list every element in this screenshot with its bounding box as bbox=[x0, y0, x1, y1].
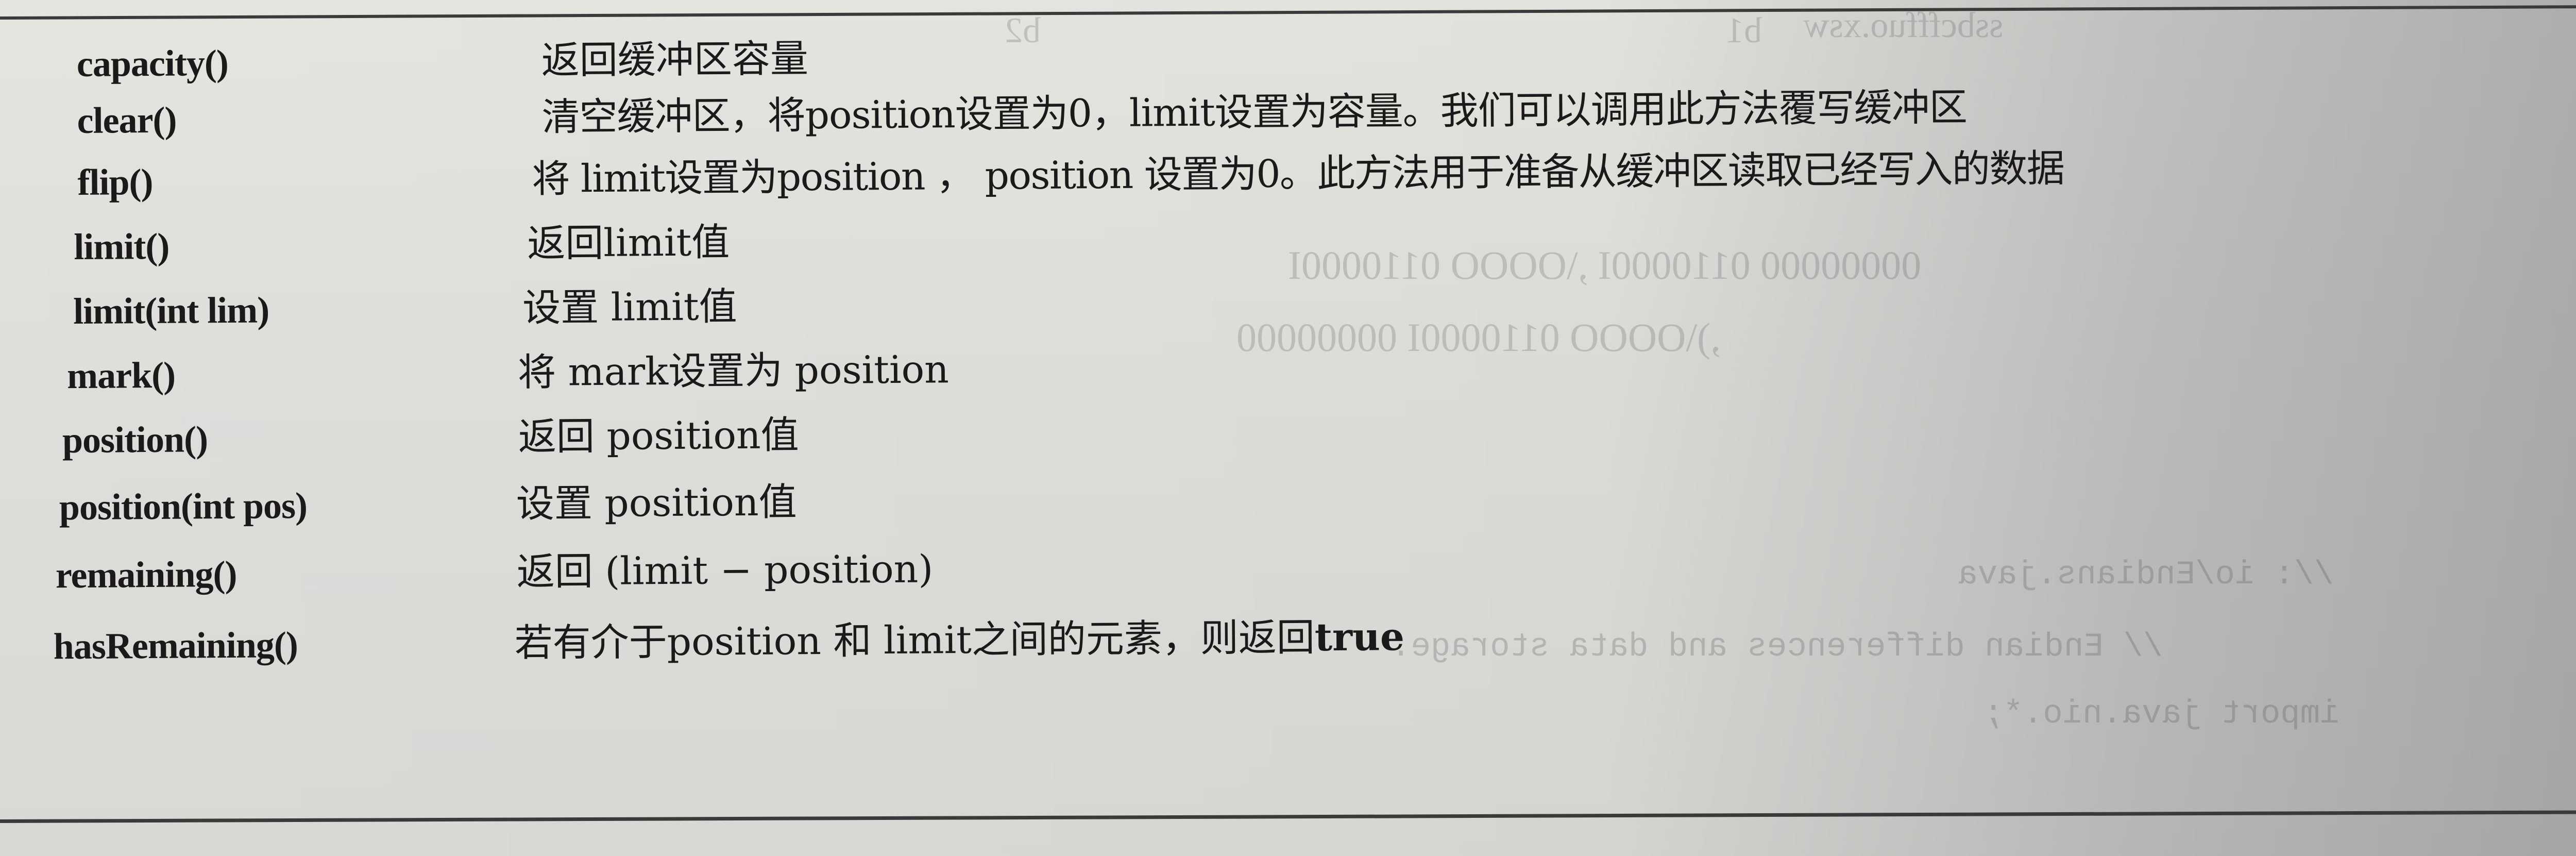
table-row: position() 返回 position值 bbox=[3, 394, 2576, 469]
buffer-methods-table: capacity() 返回缓冲区容量 clear() 清空缓冲区，将positi… bbox=[0, 0, 2576, 856]
method-description: 返回缓冲区容量 bbox=[541, 37, 809, 83]
table-row: limit() 返回limit值 bbox=[2, 200, 2576, 276]
method-description: 返回 (limit − position) bbox=[516, 547, 934, 595]
method-description: 设置 limit值 bbox=[522, 284, 737, 330]
table-row: remaining() 返回 (limit − position) bbox=[4, 529, 2576, 604]
method-name: position() bbox=[62, 418, 208, 461]
method-name: capacity() bbox=[76, 42, 229, 85]
method-description: 清空缓冲区，将position设置为0，limit设置为容量。我们可以调用此方法… bbox=[541, 85, 1968, 140]
method-description: 若有介于position 和 limit之间的元素，则返回true bbox=[514, 609, 1404, 672]
method-name: flip() bbox=[77, 161, 153, 203]
description-text: 若有介于position 和 limit之间的元素，则返回 bbox=[514, 615, 1315, 666]
method-name: clear() bbox=[77, 99, 177, 141]
method-name: remaining() bbox=[55, 553, 237, 596]
table-row: mark() 将 mark设置为 position bbox=[3, 329, 2576, 405]
method-name: position(int pos) bbox=[59, 484, 308, 528]
method-description: 返回 position值 bbox=[518, 413, 799, 459]
table-row: limit(int lim) 设置 limit值 bbox=[2, 265, 2576, 340]
method-name: hasRemaining() bbox=[53, 624, 298, 667]
keyword-true: true bbox=[1314, 615, 1405, 660]
method-description: 返回limit值 bbox=[527, 220, 730, 266]
method-description: 将 mark设置为 position bbox=[517, 347, 950, 395]
table-row: hasRemaining() 若有介于position 和 limit之间的元素… bbox=[4, 600, 2576, 675]
method-name: limit() bbox=[74, 225, 170, 268]
table-row: position(int pos) 设置 position值 bbox=[3, 461, 2576, 536]
method-description: 将 limit设置为position ， position 设置为0。此方法用于… bbox=[532, 146, 2064, 202]
method-name: mark() bbox=[66, 354, 176, 397]
method-name: limit(int lim) bbox=[73, 289, 269, 332]
method-description: 设置 position值 bbox=[516, 480, 797, 527]
table-row: flip() 将 limit设置为position ， position 设置为… bbox=[1, 136, 2576, 211]
